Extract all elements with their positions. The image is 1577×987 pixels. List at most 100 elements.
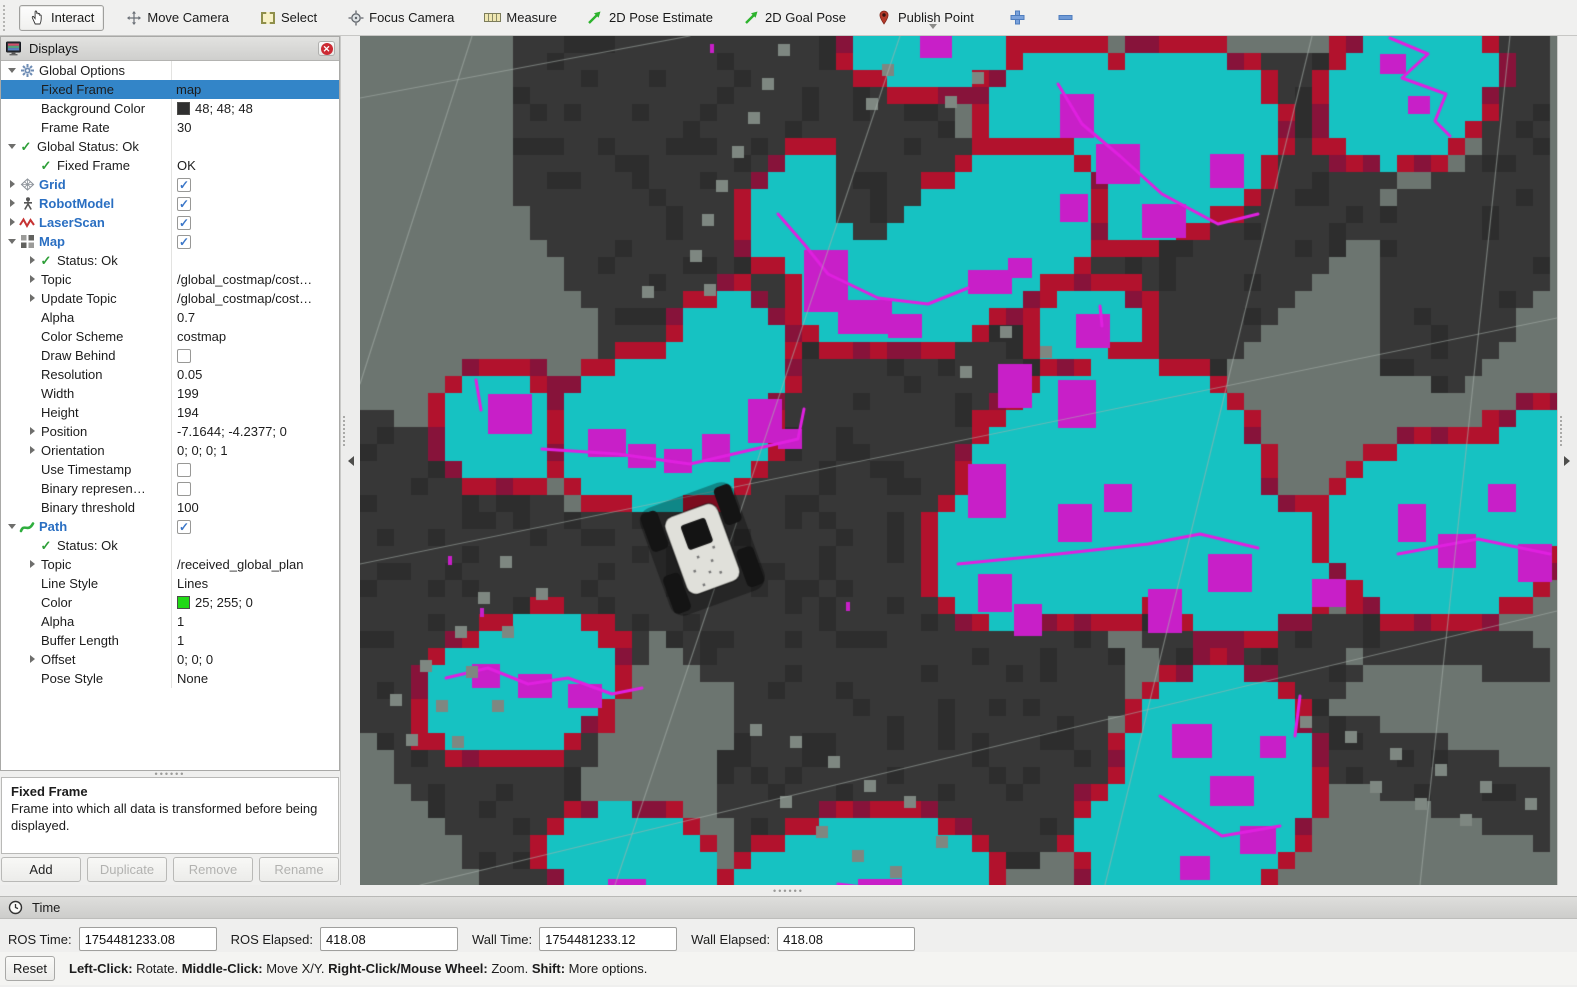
tree-row-topic[interactable]: Topic/global_costmap/cost… [1,270,339,289]
tree-row-orientation[interactable]: Orientation0; 0; 0; 1 [1,441,339,460]
tree-row-height[interactable]: Height194 [1,403,339,422]
property-value[interactable]: 30 [171,118,339,137]
property-value[interactable]: 1 [171,631,339,650]
property-value[interactable]: 48; 48; 48 [171,99,339,118]
expander-right-icon[interactable] [7,217,18,228]
time-field-input[interactable] [539,927,677,951]
tree-row-offset[interactable]: Offset0; 0; 0 [1,650,339,669]
tree-row-status-ok[interactable]: ✓Status: Ok [1,536,339,555]
tree-row-draw-behind[interactable]: Draw Behind [1,346,339,365]
property-value[interactable]: ✓ [171,213,339,232]
tool-interact[interactable]: Interact [19,5,104,31]
tree-row-status-ok[interactable]: ✓Status: Ok [1,251,339,270]
checkbox-checked[interactable]: ✓ [177,216,191,230]
expander-down-icon[interactable] [7,65,18,76]
tool-focus-camera[interactable]: Focus Camera [338,6,463,30]
time-field-input[interactable] [79,927,217,951]
checkbox-checked[interactable]: ✓ [177,178,191,192]
right-panel-collapse-strip[interactable] [1557,36,1577,885]
tree-row-pose-style[interactable]: Pose StyleNone [1,669,339,688]
expander-right-icon[interactable] [27,255,38,266]
tree-row-use-timestamp[interactable]: Use Timestamp [1,460,339,479]
checkbox-checked[interactable]: ✓ [177,520,191,534]
expander-right-icon[interactable] [27,445,38,456]
add-button[interactable]: Add [1,857,81,882]
tree-row-map[interactable]: Map✓ [1,232,339,251]
tree-row-fixed-frame[interactable]: ✓Fixed FrameOK [1,156,339,175]
time-field-input[interactable] [777,927,915,951]
property-value[interactable]: 194 [171,403,339,422]
property-value[interactable]: 1 [171,612,339,631]
left-panel-collapse-strip[interactable] [340,36,360,885]
checkbox-unchecked[interactable] [177,349,191,363]
expander-right-icon[interactable] [27,654,38,665]
map-canvas[interactable] [360,36,1557,885]
tool-measure[interactable]: Measure [475,6,566,30]
property-value[interactable]: 25; 255; 0 [171,593,339,612]
expander-right-icon[interactable] [27,559,38,570]
viewport-time-splitter[interactable]: •••••• [0,885,1577,896]
property-value[interactable]: 199 [171,384,339,403]
checkbox-unchecked[interactable] [177,482,191,496]
remove-tool-button[interactable] [1055,7,1077,29]
tree-row-line-style[interactable]: Line StyleLines [1,574,339,593]
close-panel-button[interactable]: ✕ [318,41,335,56]
tree-row-laserscan[interactable]: LaserScan✓ [1,213,339,232]
property-value[interactable]: costmap [171,327,339,346]
checkbox-unchecked[interactable] [177,463,191,477]
property-value[interactable]: 100 [171,498,339,517]
time-field-input[interactable] [320,927,458,951]
property-value[interactable]: None [171,669,339,688]
property-value[interactable]: 0; 0; 0 [171,650,339,669]
time-panel-header[interactable]: Time [0,896,1577,919]
property-value[interactable] [171,137,339,156]
tree-row-path[interactable]: Path✓ [1,517,339,536]
property-value[interactable]: /global_costmap/cost… [171,289,339,308]
tree-row-alpha[interactable]: Alpha0.7 [1,308,339,327]
checkbox-checked[interactable]: ✓ [177,197,191,211]
tree-row-position[interactable]: Position-7.1644; -4.2377; 0 [1,422,339,441]
property-value[interactable] [171,536,339,555]
tree-row-color-scheme[interactable]: Color Schemecostmap [1,327,339,346]
expander-right-icon[interactable] [27,426,38,437]
tree-row-width[interactable]: Width199 [1,384,339,403]
expander-down-icon[interactable] [7,521,18,532]
expander-right-icon[interactable] [7,198,18,209]
tree-row-global-options[interactable]: Global Options [1,61,339,80]
reset-button[interactable]: Reset [5,956,55,981]
tree-row-alpha[interactable]: Alpha1 [1,612,339,631]
add-tool-button[interactable] [1007,7,1029,29]
property-value[interactable] [171,460,339,479]
tree-row-background-color[interactable]: Background Color48; 48; 48 [1,99,339,118]
property-value[interactable]: /global_costmap/cost… [171,270,339,289]
tool-publish-point[interactable]: Publish Point [867,6,983,30]
expander-right-icon[interactable] [27,293,38,304]
property-value[interactable]: ✓ [171,175,339,194]
tool-select[interactable]: Select [250,6,326,30]
tree-row-binary-represen-[interactable]: Binary represen… [1,479,339,498]
tree-row-resolution[interactable]: Resolution0.05 [1,365,339,384]
property-value[interactable]: 0.05 [171,365,339,384]
property-value[interactable]: map [171,80,339,99]
property-value[interactable] [171,346,339,365]
tree-row-fixed-frame[interactable]: Fixed Framemap [1,80,339,99]
checkbox-checked[interactable]: ✓ [177,235,191,249]
tool-move-camera[interactable]: Move Camera [116,6,238,30]
property-value[interactable]: 0; 0; 0; 1 [171,441,339,460]
property-value[interactable] [171,61,339,80]
property-value[interactable]: ✓ [171,232,339,251]
expander-down-icon[interactable] [7,236,18,247]
property-value[interactable]: 0.7 [171,308,339,327]
tree-row-binary-threshold[interactable]: Binary threshold100 [1,498,339,517]
property-value[interactable]: ✓ [171,517,339,536]
property-value[interactable] [171,479,339,498]
toolbar-overflow-arrow[interactable] [929,24,937,29]
tree-row-topic[interactable]: Topic/received_global_plan [1,555,339,574]
displays-panel-header[interactable]: Displays ✕ [1,37,339,61]
tree-row-update-topic[interactable]: Update Topic/global_costmap/cost… [1,289,339,308]
expander-right-icon[interactable] [7,179,18,190]
tool-2d-goal-pose[interactable]: 2D Goal Pose [734,6,855,30]
property-value[interactable]: ✓ [171,194,339,213]
toolbar-grip[interactable] [3,5,10,31]
property-value[interactable]: /received_global_plan [171,555,339,574]
